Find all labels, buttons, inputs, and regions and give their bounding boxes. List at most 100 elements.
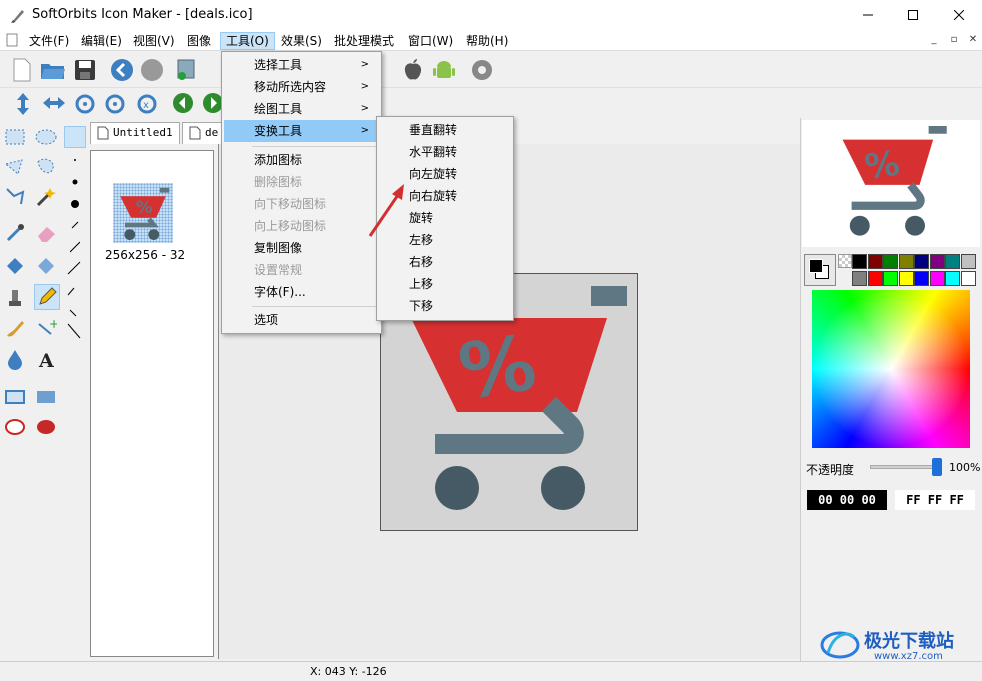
menu-item-add-icon[interactable]: 添加图标 [224,149,379,171]
tools-dropdown-menu: 选择工具 > 移动所选内容 > 绘图工具 > 变换工具 > 添加图标 删除图标 向下移动… [221,51,382,334]
palette-swatch[interactable] [852,254,867,269]
minimize-button[interactable] [845,0,891,30]
palette-swatch[interactable] [929,271,945,286]
android-icon[interactable] [432,58,456,82]
annotation-arrow [368,184,404,237]
menu-tools[interactable]: 工具(O) [220,32,275,50]
ellipse-select-icon[interactable] [35,126,57,148]
brush-icon[interactable] [4,318,26,340]
palette-swatch[interactable] [898,254,914,269]
palette-swatch[interactable] [883,271,898,286]
ellipse-filled-icon[interactable] [35,416,57,438]
fill-bucket-icon[interactable] [4,254,26,276]
close-button[interactable] [936,0,982,30]
polygon-select-icon[interactable] [4,186,26,208]
icon-list-panel: % 256x256 - 32 [90,150,214,657]
lasso-icon[interactable] [4,156,26,178]
palette-swatch[interactable] [898,271,914,286]
palette-swatch[interactable] [883,254,898,269]
menu-batch[interactable]: 批处理模式 [329,32,399,50]
rect-outline-icon[interactable] [4,386,26,408]
flip-vertical-icon[interactable] [12,92,34,116]
palette-swatch[interactable] [960,271,976,286]
line-width-options[interactable] [66,260,82,340]
prev-green-icon[interactable] [172,92,194,114]
maximize-button[interactable] [890,0,936,30]
open-folder-icon[interactable] [40,60,66,80]
brush-size-selected[interactable] [64,126,86,148]
palette-swatch[interactable] [867,271,883,286]
menu-window[interactable]: 窗口(W) [403,32,458,50]
brush-sizes[interactable] [70,156,80,256]
rect-select-icon[interactable] [4,126,26,148]
menu-file[interactable]: 文件(F) [24,32,74,50]
submenu-item-flip-vertical[interactable]: 垂直翻转 [379,119,511,141]
new-file-icon[interactable] [12,58,32,82]
free-select-icon[interactable] [35,156,57,178]
transparent-swatch[interactable] [838,254,852,268]
menu-item-draw-tool[interactable]: 绘图工具 > [224,98,379,120]
opacity-slider-thumb[interactable] [932,458,942,476]
mdi-minimize-button[interactable]: _ [926,33,942,47]
rotate-left-icon[interactable] [74,92,96,114]
palette-swatch[interactable] [914,271,929,286]
menu-help[interactable]: 帮助(H) [461,32,513,50]
pencil-icon [39,287,57,305]
rotate-right-icon[interactable] [104,92,126,114]
next-green-icon[interactable] [202,92,222,114]
settings-gear-icon[interactable] [470,58,494,82]
magic-wand-icon[interactable] [35,186,57,208]
back-icon[interactable] [110,58,134,82]
menu-item-label: 绘图工具 [254,102,303,116]
opacity-slider-track[interactable] [870,465,940,469]
opacity-value: 100% [949,461,981,474]
flip-horizontal-icon[interactable] [42,92,66,114]
line-add-icon[interactable]: + [35,318,57,340]
eraser-icon[interactable] [35,222,57,244]
submenu-item-shift-down[interactable]: 下移 [379,295,511,317]
rotate-custom-icon[interactable]: x [136,92,158,114]
apple-icon[interactable] [402,58,424,82]
icon-thumbnail[interactable]: % [113,183,173,243]
blur-drop-icon[interactable] [4,348,26,370]
palette-swatch[interactable] [852,271,867,286]
stop-icon[interactable] [140,58,164,82]
menu-item-copy-image[interactable]: 复制图像 [224,237,379,259]
menu-item-options[interactable]: 选项 [224,309,379,331]
save-icon[interactable] [74,59,96,81]
rect-filled-icon[interactable] [35,386,57,408]
stamp-icon[interactable] [4,286,26,308]
palette-swatch[interactable] [945,254,960,269]
submenu-item-flip-horizontal[interactable]: 水平翻转 [379,141,511,163]
fg-bg-color-selector[interactable] [804,254,836,286]
tab-deals[interactable]: de [182,122,222,144]
palette-swatch[interactable] [867,254,883,269]
ellipse-outline-icon[interactable] [4,416,26,438]
submenu-item-shift-right[interactable]: 右移 [379,251,511,273]
mdi-restore-button[interactable]: ▫ [946,33,962,47]
background-hex[interactable]: FF FF FF [895,490,975,510]
menu-image[interactable]: 图像 [182,32,216,50]
palette-swatch[interactable] [929,254,945,269]
palette-swatch[interactable] [914,254,929,269]
menu-item-select-tool[interactable]: 选择工具 > [224,54,379,76]
menu-edit[interactable]: 编辑(E) [76,32,127,50]
tab-untitled1[interactable]: Untitled1 [90,122,180,144]
menu-item-label: 移动所选内容 [254,80,327,94]
menu-item-transform-tool[interactable]: 变换工具 > [224,120,379,142]
fill-pattern-icon[interactable] [35,254,57,276]
add-image-icon[interactable] [176,58,198,82]
mdi-close-button[interactable]: ✕ [965,33,981,47]
menu-item-font[interactable]: 字体(F)... [224,281,379,303]
submenu-item-shift-up[interactable]: 上移 [379,273,511,295]
menu-view[interactable]: 视图(V) [128,32,180,50]
foreground-hex[interactable]: 00 00 00 [807,490,887,510]
eyedropper-icon[interactable] [4,222,26,244]
pencil-tool-selected[interactable] [34,284,60,310]
text-tool-icon[interactable]: A [35,348,57,370]
menu-effects[interactable]: 效果(S) [276,32,327,50]
palette-swatch[interactable] [945,271,960,286]
menu-item-move-selection[interactable]: 移动所选内容 > [224,76,379,98]
palette-swatch[interactable] [960,254,976,269]
foreground-color[interactable] [809,259,823,273]
